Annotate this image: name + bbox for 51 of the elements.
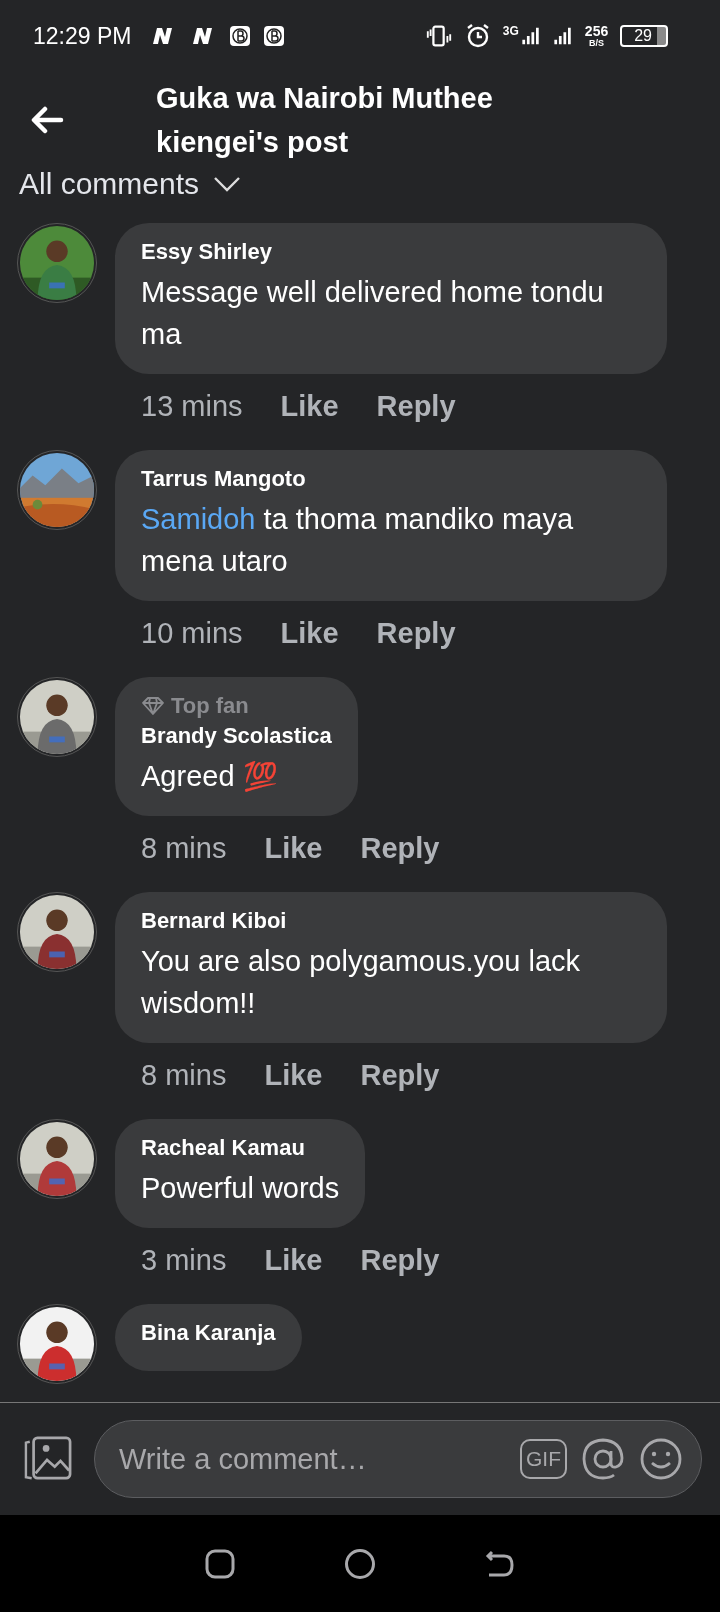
top-fan-label: Top fan <box>171 693 249 719</box>
reply-button[interactable]: Reply <box>360 1244 440 1277</box>
comment-time: 13 mins <box>141 390 243 423</box>
author-name[interactable]: Essy Shirley <box>141 239 641 265</box>
network-type: 3G <box>502 24 519 38</box>
chevron-down-icon[interactable] <box>213 176 242 192</box>
comment-time: 3 mins <box>141 1244 227 1277</box>
gif-button[interactable]: GIF <box>520 1439 567 1479</box>
comment-time: 8 mins <box>141 832 227 865</box>
signal-icon <box>552 25 573 47</box>
reply-button[interactable]: Reply <box>360 832 440 865</box>
photo-icon[interactable] <box>22 1435 74 1483</box>
comment-text: Message well delivered home tondu ma <box>141 275 605 352</box>
speed-unit: B/S <box>589 38 605 48</box>
mention-link[interactable]: Samidoh <box>141 503 256 535</box>
like-button[interactable]: Like <box>280 390 339 423</box>
emoji: 💯 <box>242 759 278 793</box>
speed-value: 256 <box>584 24 609 38</box>
like-button[interactable]: Like <box>264 1244 323 1277</box>
comment-text: Samidoh ta thoma mandiko maya mena utaro <box>141 502 574 579</box>
comment-text: Agreed <box>141 759 235 794</box>
comment-text: Powerful words <box>141 1171 340 1206</box>
diamond-icon <box>141 696 165 716</box>
reply-button[interactable]: Reply <box>376 390 456 423</box>
like-button[interactable]: Like <box>264 1059 323 1092</box>
comment-field[interactable]: Write a comment… GIF <box>94 1420 702 1498</box>
comment-time: 10 mins <box>141 617 243 650</box>
mention-icon[interactable] <box>581 1437 625 1481</box>
status-time: 12:29 PM <box>33 22 132 50</box>
home-icon[interactable] <box>344 1547 376 1580</box>
like-button[interactable]: Like <box>264 832 323 865</box>
author-name[interactable]: Racheal Kamau <box>141 1135 340 1161</box>
notification-icon <box>263 25 286 47</box>
author-name[interactable]: Tarrus Mangoto <box>141 466 641 492</box>
comment-text: You are also polygamous.you lack wisdom!! <box>141 944 582 1021</box>
notification-icon <box>229 25 252 47</box>
battery-indicator: 29 <box>620 25 668 47</box>
author-name[interactable]: Bernard Kiboi <box>141 908 641 934</box>
post-title: Guka wa Nairobi Muthee kiengei's post <box>156 80 494 160</box>
signal-icon <box>520 25 541 47</box>
comment-time: 8 mins <box>141 1059 227 1092</box>
vibrate-icon <box>424 24 453 48</box>
author-name[interactable]: Bina Karanja <box>141 1320 276 1346</box>
author-name[interactable]: Brandy Scolastica <box>141 723 332 749</box>
recent-apps-icon[interactable] <box>204 1547 236 1580</box>
comment-filter[interactable]: All comments <box>19 167 200 201</box>
reply-button[interactable]: Reply <box>376 617 456 650</box>
reply-button[interactable]: Reply <box>360 1059 440 1092</box>
back-arrow-icon[interactable] <box>30 105 64 134</box>
emoji-icon[interactable] <box>639 1437 683 1481</box>
like-button[interactable]: Like <box>280 617 339 650</box>
